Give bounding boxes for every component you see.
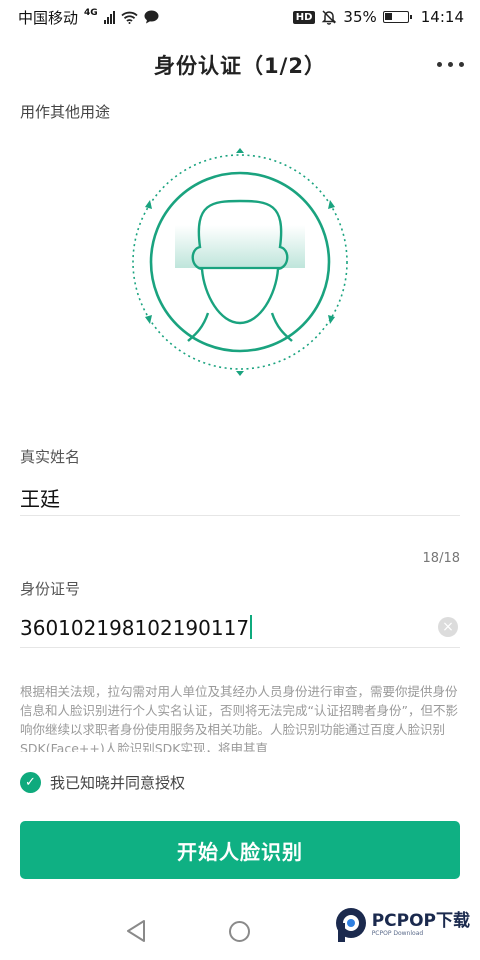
checkmark-icon: ✓	[20, 772, 41, 793]
hd-badge: HD	[292, 10, 316, 24]
legal-notice: 根据相关法规，拉勾需对用人单位及其经办人员身份进行审查，需要你提供身份信息和人脸…	[20, 684, 458, 752]
id-divider	[20, 647, 460, 648]
dot-icon	[459, 62, 464, 67]
name-input[interactable]: 王廷	[20, 483, 60, 512]
back-nav-icon[interactable]	[124, 918, 148, 944]
more-options-button[interactable]	[437, 62, 464, 67]
id-number-label: 身份证号	[20, 580, 81, 598]
text-cursor	[250, 615, 253, 639]
purpose-label: 用作其他用途	[20, 103, 111, 121]
dot-icon	[437, 62, 442, 67]
face-outline-icon	[132, 148, 348, 376]
consent-label: 我已知晓并同意授权	[50, 774, 186, 792]
char-counter: 18/18	[422, 551, 460, 566]
name-label: 真实姓名	[20, 448, 81, 466]
start-face-recognition-button[interactable]: 开始人脸识别	[20, 821, 460, 879]
consent-checkbox[interactable]: ✓ 我已知晓并同意授权	[20, 772, 185, 793]
face-scan-illustration	[130, 145, 350, 380]
watermark-brand: PCPOP下载	[371, 911, 470, 931]
signal-icon	[103, 10, 115, 24]
carrier-label: 中国移动	[18, 8, 79, 27]
page-title: 身份认证（1/2）	[154, 54, 326, 78]
pcpop-logo-icon	[335, 908, 366, 942]
id-number-input[interactable]: 360102198102190117	[20, 615, 253, 640]
watermark-sub: PCPOP Download	[371, 930, 424, 937]
status-bar: 中国移动 4G HD 35% 14:14	[0, 0, 480, 34]
title-bar: 身份认证（1/2）	[0, 34, 480, 96]
wifi-icon	[121, 11, 138, 24]
battery-percent: 35%	[343, 8, 377, 26]
name-divider	[20, 515, 460, 516]
clock: 14:14	[420, 8, 464, 26]
watermark: PCPOP下载 PCPOP Download	[334, 906, 470, 944]
network-type: 4G	[84, 8, 98, 18]
dot-icon	[448, 62, 453, 67]
message-icon	[144, 10, 159, 24]
battery-icon	[382, 11, 412, 23]
id-number-value: 360102198102190117	[20, 616, 250, 640]
clear-icon[interactable]: ×	[438, 617, 458, 637]
home-nav-icon[interactable]	[229, 921, 250, 942]
mute-bell-icon	[322, 10, 337, 25]
